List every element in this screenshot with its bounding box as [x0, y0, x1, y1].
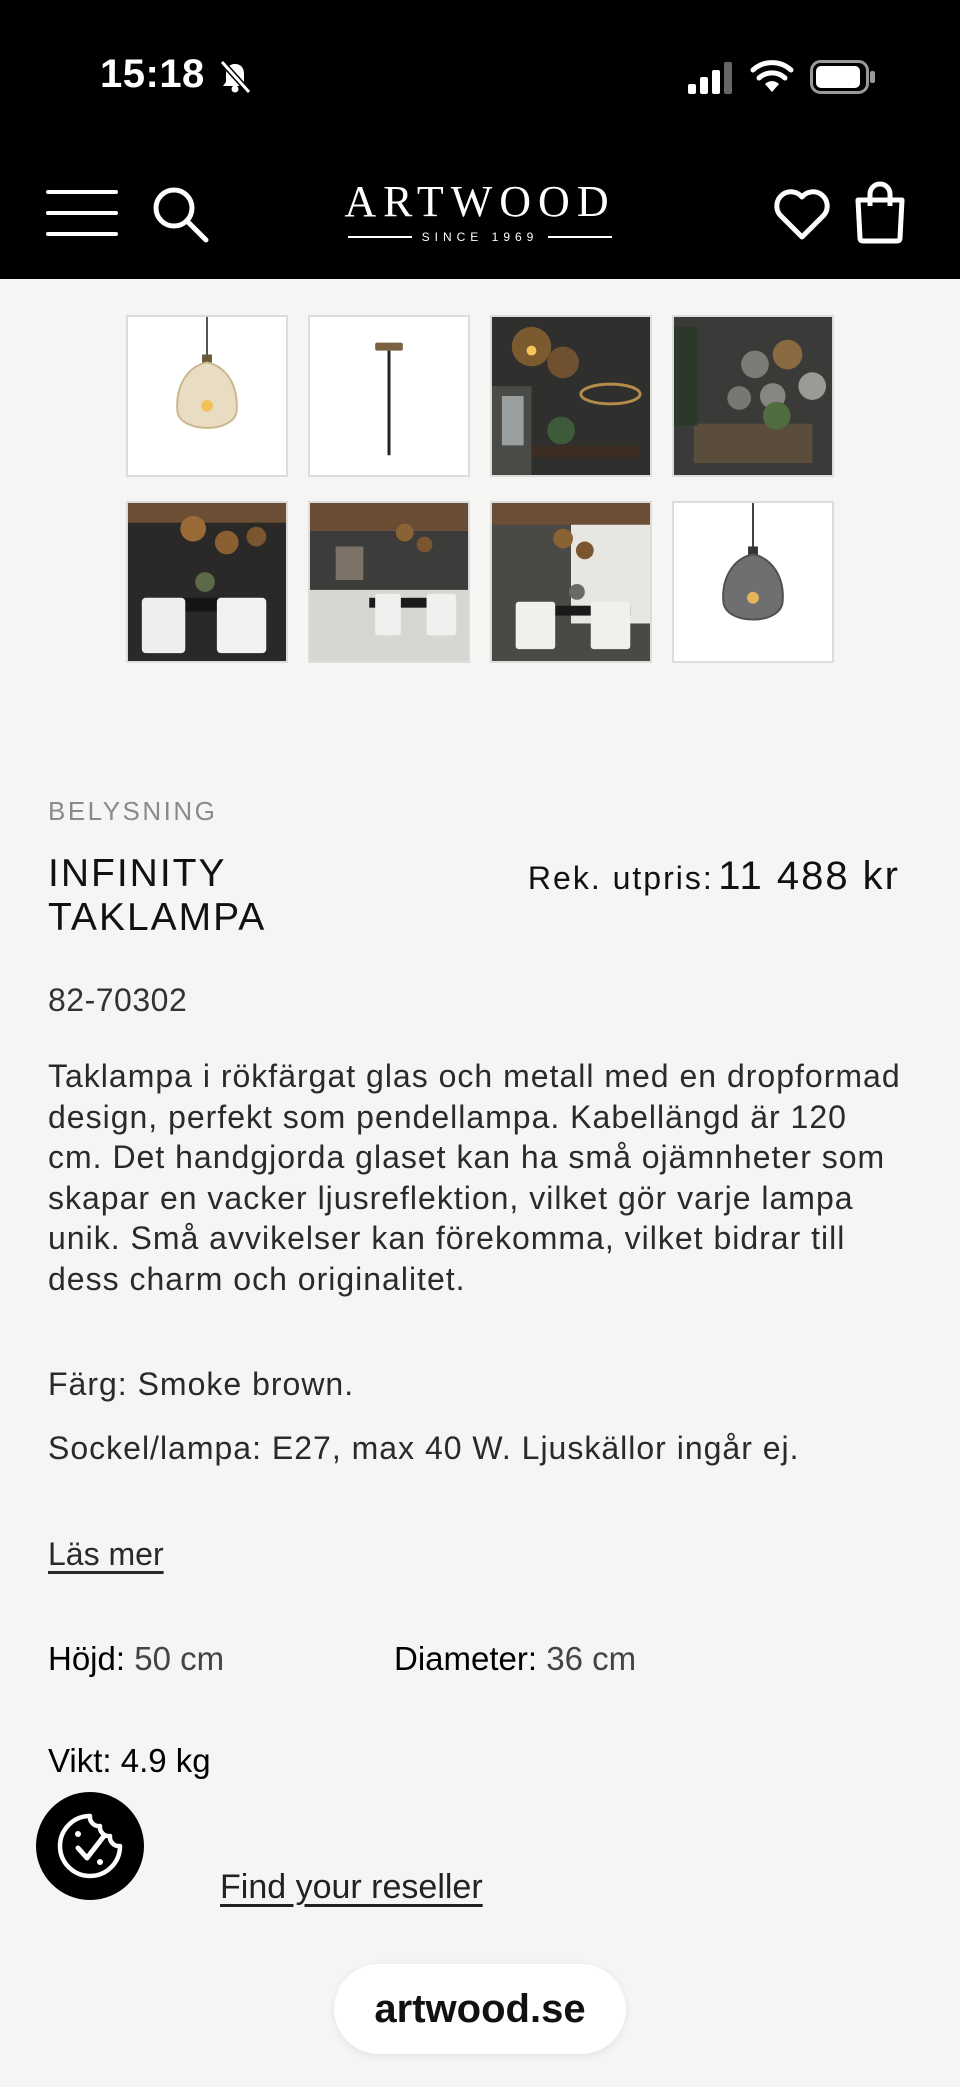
browser-url-bar[interactable]: artwood.se	[334, 1964, 626, 2054]
cookie-settings-button[interactable]	[36, 1792, 144, 1900]
thumbnail-dining-room-windows[interactable]	[490, 501, 652, 663]
product-color: Färg: Smoke brown.	[48, 1366, 355, 1402]
thumbnail-smoke-pendant-lamp[interactable]	[672, 501, 834, 663]
logo-tagline-text: SINCE 1969	[421, 230, 539, 244]
logo-tagline: SINCE 1969	[330, 230, 630, 244]
battery-icon	[810, 60, 875, 94]
pendant-rod-image	[310, 317, 468, 475]
find-reseller-link[interactable]: Find your reseller	[220, 1868, 483, 1907]
thumbnail-amber-pendant-lamp[interactable]	[126, 315, 288, 477]
price: Rek. utpris: 11 488 kr	[528, 854, 900, 899]
spec-height-value: 50 cm	[134, 1640, 225, 1677]
amber-lamp-image	[128, 317, 286, 475]
read-more-link[interactable]: Läs mer	[48, 1536, 164, 1573]
glass-globes-image	[674, 317, 832, 475]
wifi-icon	[750, 60, 794, 92]
heart-icon[interactable]	[772, 184, 832, 242]
artwood-logo[interactable]: ARTWOOD SINCE 1969	[330, 178, 630, 244]
url-text: artwood.se	[374, 1986, 586, 2031]
price-value: 11 488 kr	[718, 854, 900, 898]
price-label: Rek. utpris:	[527, 860, 714, 896]
spec-diameter-value: 36 cm	[546, 1640, 637, 1677]
smoke-lamp-image	[674, 503, 832, 661]
product-title-line1: INFINITY	[48, 852, 227, 895]
spec-height: Höjd: 50 cm	[48, 1640, 224, 1678]
thumbnail-glass-globes-wall[interactable]	[672, 315, 834, 477]
spec-weight-label: Vikt:	[48, 1742, 112, 1779]
spec-diameter: Diameter: 36 cm	[394, 1640, 636, 1678]
thumbnail-pendant-rod[interactable]	[308, 315, 470, 477]
thumbnail-dining-room-lamps[interactable]	[490, 315, 652, 477]
spec-diameter-label: Diameter:	[394, 1640, 538, 1677]
product-socket: Sockel/lampa: E27, max 40 W. Ljuskällor …	[48, 1430, 800, 1466]
cookie-icon	[57, 1813, 123, 1879]
search-icon[interactable]	[150, 184, 210, 244]
product-title: INFINITY TAKLAMPA	[48, 852, 448, 940]
top-bar: 15:18 ARTWOOD SINCE 1969	[0, 0, 960, 279]
status-time: 15:18	[100, 52, 205, 96]
dining-light-image	[310, 503, 468, 661]
product-description: Taklampa i rökfärgat glas och metall med…	[48, 1058, 901, 1297]
logo-wordmark: ARTWOOD	[344, 177, 616, 226]
dining-lamps-image	[492, 317, 650, 475]
spec-weight-value: 4.9 kg	[120, 1742, 211, 1779]
product-sku: 82-70302	[48, 982, 188, 1018]
spec-weight: Vikt: 4.9 kg	[48, 1742, 211, 1780]
menu-icon[interactable]	[46, 186, 120, 240]
product-category: BELYSNING	[48, 796, 218, 826]
dining-dark-image	[128, 503, 286, 661]
bell-off-icon	[219, 59, 252, 95]
thumbnail-dining-room-light[interactable]	[308, 501, 470, 663]
dining-windows-image	[492, 503, 650, 661]
spec-height-label: Höjd:	[48, 1640, 126, 1677]
product-title-line2: TAKLAMPA	[48, 896, 267, 939]
cellular-signal-icon	[688, 62, 732, 94]
shopping-bag-icon[interactable]	[852, 180, 908, 244]
thumbnail-dining-room-dark[interactable]	[126, 501, 288, 663]
